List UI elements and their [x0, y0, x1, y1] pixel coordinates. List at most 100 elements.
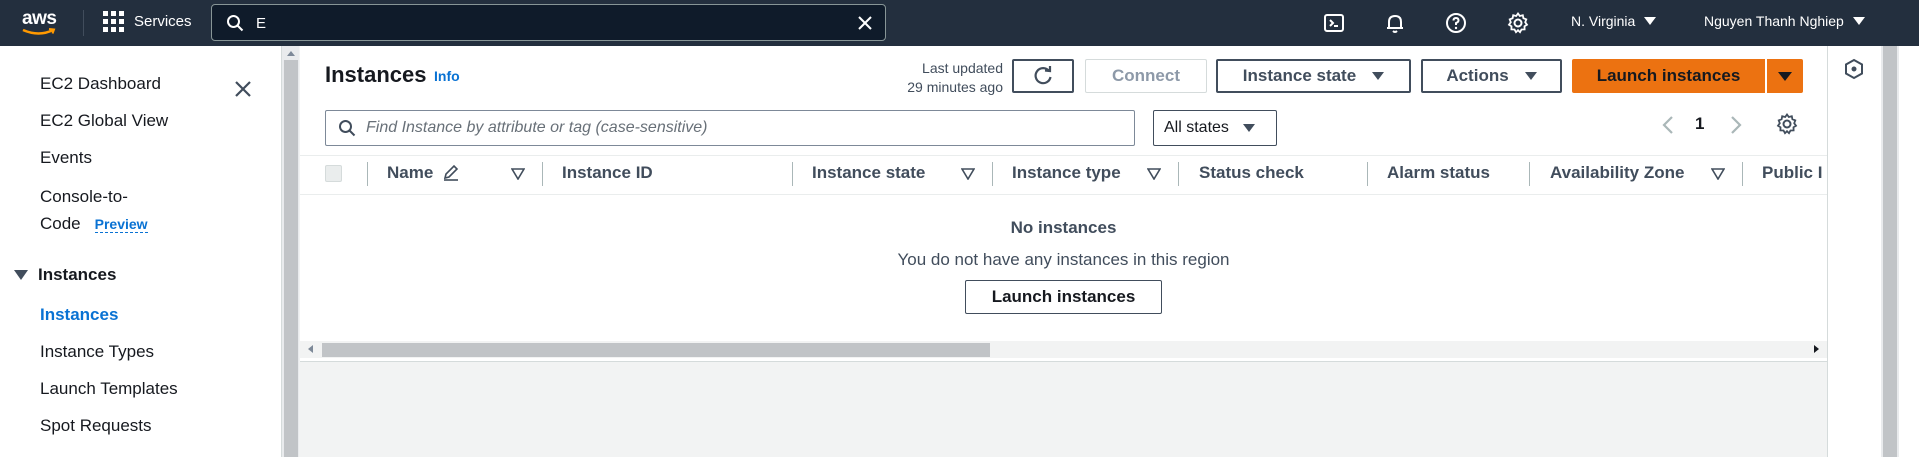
- smile-icon: [22, 28, 56, 35]
- column-divider[interactable]: [792, 162, 793, 186]
- services-label: Services: [134, 13, 192, 30]
- notifications-icon[interactable]: [1383, 11, 1407, 35]
- chevron-left-icon[interactable]: [1659, 113, 1677, 137]
- sidebar-item-instance-types[interactable]: Instance Types: [40, 342, 154, 362]
- sort-icon[interactable]: [511, 168, 525, 180]
- scroll-left-icon[interactable]: [308, 345, 313, 353]
- sidebar-section-instances[interactable]: Instances: [14, 265, 116, 285]
- sidebar-item-console-to-code[interactable]: Console-to-: [40, 187, 128, 207]
- column-name-label: Name: [387, 163, 434, 182]
- sidebar-item-launch-templates[interactable]: Launch Templates: [40, 379, 178, 399]
- caret-down-icon: [1778, 71, 1792, 81]
- sidebar-item-events[interactable]: Events: [40, 148, 92, 168]
- empty-state-message: You do not have any instances in this re…: [897, 250, 1230, 269]
- aws-logo[interactable]: aws: [20, 6, 64, 40]
- refresh-icon: [1034, 66, 1052, 85]
- sort-icon[interactable]: [1711, 168, 1725, 180]
- launch-instances-empty-button[interactable]: Launch instances: [965, 280, 1162, 314]
- connect-button[interactable]: Connect: [1085, 59, 1207, 93]
- caret-down-icon: [1242, 124, 1255, 132]
- sidebar-item-ec2-global-view[interactable]: EC2 Global View: [40, 111, 168, 131]
- states-select[interactable]: All states: [1153, 110, 1277, 146]
- caret-down-icon: [1372, 72, 1385, 80]
- sidebar: EC2 Dashboard EC2 Global View Events Con…: [0, 46, 281, 457]
- settings-icon[interactable]: [1506, 11, 1530, 35]
- top-navigation: aws Services E N. Virginia Nguyen Thanh …: [0, 0, 1919, 46]
- column-header-instance-id[interactable]: Instance ID: [562, 163, 653, 183]
- sidebar-item-ec2-dashboard[interactable]: EC2 Dashboard: [40, 74, 161, 94]
- page-number[interactable]: 1: [1695, 114, 1704, 134]
- close-icon[interactable]: [230, 76, 256, 102]
- hexagon-info-icon[interactable]: [1843, 58, 1865, 80]
- sort-icon[interactable]: [1147, 168, 1161, 180]
- column-divider[interactable]: [1367, 162, 1368, 186]
- column-divider[interactable]: [1529, 162, 1530, 186]
- search-icon: [227, 15, 244, 32]
- close-icon[interactable]: [855, 13, 875, 33]
- column-header-status-check[interactable]: Status check: [1199, 163, 1304, 183]
- preview-badge[interactable]: Preview: [94, 216, 148, 233]
- table-horizontal-scrollbar[interactable]: [300, 341, 1827, 358]
- sidebar-item-instances[interactable]: Instances: [40, 305, 118, 325]
- actions-label: Actions: [1446, 66, 1509, 85]
- user-menu[interactable]: Nguyen Thanh Nghiep: [1704, 13, 1865, 29]
- scrollbar-thumb[interactable]: [322, 343, 990, 357]
- right-tools-rail: [1827, 46, 1881, 457]
- column-header-instance-type[interactable]: Instance type: [1012, 163, 1121, 183]
- sidebar-section-label: Instances: [38, 265, 117, 284]
- help-icon[interactable]: [1444, 11, 1468, 35]
- instance-filter[interactable]: [325, 110, 1135, 146]
- states-label: All states: [1164, 119, 1229, 136]
- column-divider[interactable]: [992, 162, 993, 186]
- sidebar-item-label: Code: [40, 214, 81, 233]
- chevron-right-icon[interactable]: [1727, 113, 1745, 137]
- region-label: N. Virginia: [1571, 13, 1636, 29]
- actions-button[interactable]: Actions: [1421, 59, 1562, 93]
- caret-down-icon: [1524, 72, 1537, 80]
- scroll-right-icon[interactable]: [1814, 345, 1819, 353]
- edit-icon: [443, 164, 459, 181]
- column-header-public-ip[interactable]: Public I: [1762, 163, 1827, 183]
- page-title: Instances: [325, 62, 427, 87]
- search-icon: [339, 120, 356, 137]
- column-header-instance-state[interactable]: Instance state: [812, 163, 925, 183]
- column-divider[interactable]: [542, 162, 543, 186]
- caret-down-icon: [1644, 17, 1657, 25]
- page-scrollbar[interactable]: [1881, 46, 1899, 457]
- sidebar-item-console-to-code-line2[interactable]: Code Preview: [40, 214, 148, 234]
- sidebar-item-spot-requests[interactable]: Spot Requests: [40, 416, 152, 436]
- last-updated-label: Last updated: [922, 60, 1003, 76]
- select-all-checkbox[interactable]: [325, 165, 342, 182]
- column-header-name[interactable]: Name: [387, 163, 460, 183]
- sort-icon[interactable]: [961, 168, 975, 180]
- instance-state-button[interactable]: Instance state: [1216, 59, 1411, 93]
- sidebar-scrollbar[interactable]: [281, 46, 299, 457]
- column-divider[interactable]: [1178, 162, 1179, 186]
- filter-input[interactable]: [366, 115, 1126, 141]
- scroll-up-icon[interactable]: [287, 51, 295, 56]
- launch-instances-button[interactable]: Launch instances: [1572, 59, 1765, 93]
- region-selector[interactable]: N. Virginia: [1571, 13, 1657, 29]
- column-header-alarm-status[interactable]: Alarm status: [1387, 163, 1490, 183]
- refresh-button[interactable]: [1012, 59, 1074, 93]
- column-header-availability-zone[interactable]: Availability Zone: [1550, 163, 1684, 183]
- settings-icon[interactable]: [1775, 112, 1799, 136]
- column-divider[interactable]: [1742, 162, 1743, 186]
- cloudshell-icon[interactable]: [1322, 11, 1346, 35]
- scrollbar-thumb[interactable]: [284, 60, 298, 457]
- scrollbar-thumb[interactable]: [1883, 46, 1897, 457]
- global-search[interactable]: [211, 4, 886, 41]
- page-edge: [1899, 46, 1919, 457]
- aws-logo-text: aws: [22, 8, 57, 29]
- column-divider[interactable]: [367, 162, 368, 186]
- user-label: Nguyen Thanh Nghiep: [1704, 13, 1844, 29]
- instances-panel: [300, 46, 1827, 362]
- info-link[interactable]: Info: [434, 68, 460, 84]
- instance-state-label: Instance state: [1242, 66, 1357, 85]
- nav-divider: [83, 10, 84, 36]
- search-input[interactable]: [256, 10, 836, 36]
- services-menu-button[interactable]: Services: [103, 11, 192, 32]
- launch-instances-dropdown[interactable]: [1767, 59, 1803, 93]
- grid-icon: [103, 11, 124, 32]
- caret-down-icon: [1852, 17, 1865, 25]
